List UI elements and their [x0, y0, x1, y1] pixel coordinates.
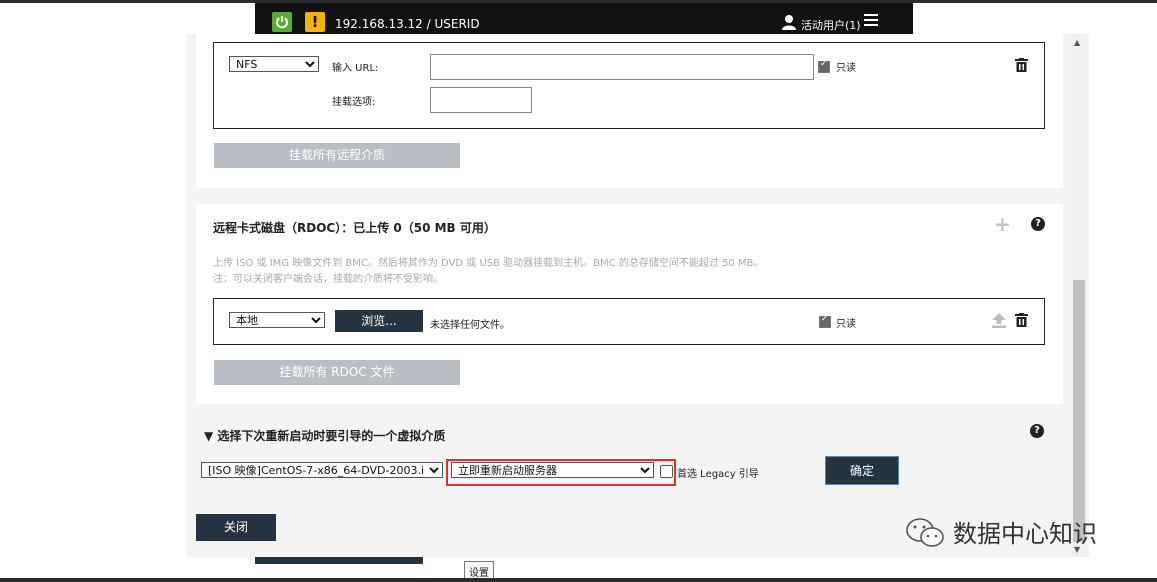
active-users-link[interactable]: 活动用户(1): [801, 17, 861, 33]
scrollbar-thumb[interactable]: [1073, 280, 1085, 542]
mount-options-label: 挂载选项:: [332, 97, 376, 108]
rdoc-note: 注：可以关闭客户端会话，挂载的介质将不受影响。: [213, 274, 443, 285]
rdoc-readonly-checkbox[interactable]: [819, 314, 831, 328]
no-file-text: 未选择任何文件。: [430, 320, 510, 331]
help-icon[interactable]: ?: [1031, 217, 1045, 231]
legacy-boot-label: 首选 Legacy 引导: [677, 469, 759, 480]
rdoc-title: 远程卡式磁盘（RDOC）：已上传 0（50 MB 可用）: [213, 221, 496, 235]
boot-media-select[interactable]: [ISO 映像]CentOS-7-x86_64-DVD-2003.iso: [201, 462, 443, 478]
rdoc-description: 上传 ISO 或 IMG 映像文件到 BMC。然后将其作为 DVD 或 USB …: [213, 258, 764, 269]
mount-options-input[interactable]: [430, 87, 532, 113]
background-button-edge: [255, 557, 423, 564]
boot-help-icon[interactable]: ?: [1030, 424, 1044, 438]
bottom-border: [0, 578, 1157, 582]
upload-icon[interactable]: [992, 313, 1006, 328]
rdoc-source-select[interactable]: 本地: [229, 312, 325, 328]
url-input[interactable]: [430, 54, 814, 80]
power-icon[interactable]: [272, 12, 292, 32]
protocol-select[interactable]: NFS: [229, 56, 319, 72]
host-address: 192.168.13.12 / USERID: [335, 17, 480, 31]
warning-icon[interactable]: !: [305, 12, 325, 32]
watermark-text: 数据中心知识: [953, 520, 1097, 548]
rdoc-card: 远程卡式磁盘（RDOC）：已上传 0（50 MB 可用） + ? 上传 ISO …: [196, 204, 1063, 404]
highlight-frame: [446, 459, 676, 486]
hamburger-menu-icon[interactable]: [864, 14, 878, 29]
mount-all-rdoc-button[interactable]: 挂载所有 RDOC 文件: [214, 360, 460, 385]
mount-all-remote-button[interactable]: 挂载所有远程介质: [214, 143, 460, 168]
ok-button[interactable]: 确定: [825, 456, 899, 485]
rdoc-trash-icon[interactable]: [1015, 313, 1028, 327]
nfs-mount-row: NFS 输入 URL: 只读 挂载选项:: [213, 42, 1045, 129]
url-label: 输入 URL:: [332, 63, 379, 74]
close-button[interactable]: 关闭: [196, 514, 276, 541]
remote-media-card: NFS 输入 URL: 只读 挂载选项: 挂载所有远程介质: [196, 34, 1063, 188]
rdoc-readonly-label: 只读: [836, 319, 856, 330]
wechat-logo-icon: [906, 518, 944, 547]
rdoc-file-row: 本地 浏览... 未选择任何文件。 只读: [213, 298, 1045, 345]
readonly-checkbox[interactable]: [818, 59, 830, 73]
plus-icon[interactable]: +: [994, 214, 1011, 234]
header-bar: ! 192.168.13.12 / USERID 活动用户(1): [255, 3, 913, 37]
readonly-label: 只读: [836, 63, 856, 74]
trash-icon[interactable]: [1015, 58, 1028, 72]
browse-button[interactable]: 浏览...: [335, 310, 423, 332]
scroll-up-arrow-icon[interactable]: ▲: [1074, 38, 1080, 47]
boot-section-title[interactable]: ▼ 选择下次重新启动时要引导的一个虚拟介质: [204, 427, 445, 444]
user-icon: [782, 15, 796, 30]
